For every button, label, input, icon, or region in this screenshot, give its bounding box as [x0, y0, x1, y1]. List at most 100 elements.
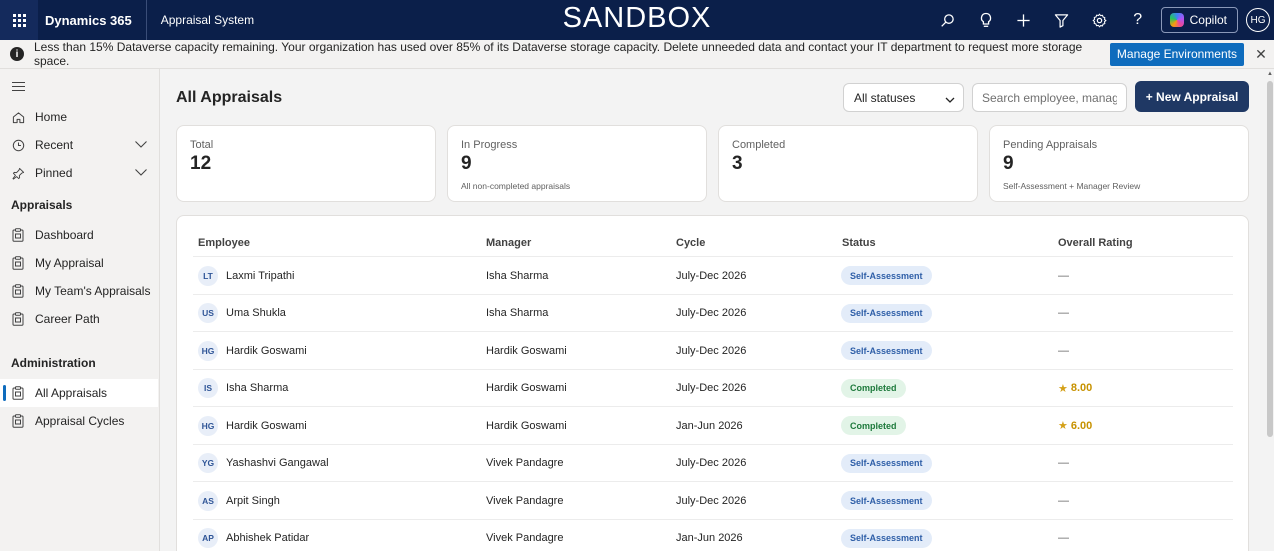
hamburger-menu-icon[interactable]: [12, 82, 25, 94]
employee-cell[interactable]: HG Hardik Goswami: [198, 407, 307, 444]
rating-cell: ★ 8.00: [1058, 370, 1092, 407]
rating-value: 6.00: [1070, 419, 1093, 432]
close-icon[interactable]: ✕: [1252, 46, 1270, 63]
table-row[interactable]: HG Hardik Goswami Hardik Goswami July-Dec 2…: [193, 331, 1233, 368]
employee-cell[interactable]: IS Isha Sharma: [198, 370, 288, 407]
column-header-employee[interactable]: Employee: [198, 237, 250, 249]
sidebar-item-my-teams-appraisals[interactable]: My Team's Appraisals: [0, 277, 158, 305]
plus-icon[interactable]: [1005, 0, 1043, 40]
table-row[interactable]: HG Hardik Goswami Hardik Goswami Jan-Jun 20…: [193, 406, 1233, 443]
scroll-up-icon[interactable]: ▲: [1266, 71, 1274, 79]
employee-cell[interactable]: YG Yashashvi Gangawal: [198, 445, 329, 482]
sidebar-item-recent[interactable]: Recent: [0, 131, 158, 159]
gear-icon[interactable]: [1081, 0, 1119, 40]
appraisals-table: Employee Manager Cycle Status Overall Ra…: [176, 215, 1249, 551]
manager-cell: Hardik Goswami: [486, 344, 567, 357]
status-badge: Self-Assessment: [841, 453, 932, 473]
rating-cell: —: [1058, 295, 1069, 332]
stat-value: 12: [190, 153, 212, 174]
cycle-cell: July-Dec 2026: [676, 344, 747, 357]
employee-avatar: LT: [198, 265, 218, 286]
new-appraisal-button[interactable]: + New Appraisal: [1135, 81, 1249, 112]
lightbulb-icon[interactable]: [967, 0, 1005, 40]
sidebar-item-label: Appraisal Cycles: [35, 414, 125, 428]
manager-cell: Hardik Goswami: [486, 382, 567, 394]
sidebar-section-title: Administration: [11, 356, 96, 370]
table-row[interactable]: AS Arpit Singh Vivek Pandagre July-Dec 2026…: [193, 481, 1233, 518]
sidebar-section-title: Appraisals: [11, 198, 73, 212]
sidebar-item-all-appraisals[interactable]: All Appraisals: [0, 379, 158, 407]
rating-value: —: [1058, 532, 1069, 544]
employee-cell[interactable]: HG Hardik Goswami: [198, 332, 307, 369]
app-name[interactable]: Appraisal System: [147, 13, 254, 27]
column-header-manager[interactable]: Manager: [486, 237, 531, 249]
filter-icon[interactable]: [1043, 0, 1081, 40]
column-header-cycle[interactable]: Cycle: [676, 237, 705, 249]
status-cell: Completed: [841, 407, 906, 444]
sidebar-item-label: Dashboard: [35, 228, 94, 242]
copilot-label: Copilot: [1189, 13, 1227, 27]
scrollbar-thumb[interactable]: [1267, 81, 1273, 437]
chevron-down-icon[interactable]: [134, 138, 148, 152]
status-cell: Self-Assessment: [841, 445, 932, 482]
employee-name: Uma Shukla: [226, 307, 286, 319]
stat-value: 9: [1003, 153, 1014, 174]
copilot-icon: [1169, 13, 1184, 27]
sidebar-item-dashboard[interactable]: Dashboard: [0, 221, 158, 249]
employee-cell[interactable]: US Uma Shukla: [198, 295, 286, 332]
user-avatar[interactable]: HG: [1246, 8, 1270, 32]
status-filter-select[interactable]: All statuses: [843, 83, 964, 112]
clipboard-icon: [11, 256, 25, 270]
rating-cell: —: [1058, 257, 1069, 294]
table-row[interactable]: YG Yashashvi Gangawal Vivek Pandagre July-D…: [193, 443, 1233, 482]
employee-cell[interactable]: AP Abhishek Patidar: [198, 520, 309, 551]
employee-avatar: HG: [198, 340, 218, 361]
employee-name: Isha Sharma: [226, 382, 289, 394]
help-icon[interactable]: ?: [1119, 0, 1157, 40]
copilot-button[interactable]: Copilot: [1160, 7, 1238, 33]
employee-name: Laxmi Tripathi: [226, 269, 295, 282]
table-row[interactable]: LT Laxmi Tripathi Isha Sharma July-Dec 2026…: [193, 256, 1233, 293]
manage-environments-button[interactable]: Manage Environments: [1109, 42, 1244, 66]
column-header-status[interactable]: Status: [842, 237, 876, 249]
chevron-down-icon: [945, 93, 955, 107]
clipboard-icon: [11, 312, 25, 326]
status-filter-value: All statuses: [854, 90, 916, 105]
table-row[interactable]: IS Isha Sharma Hardik Goswami July-Dec 2026…: [193, 368, 1233, 407]
manager-cell: Hardik Goswami: [486, 419, 567, 432]
table-row[interactable]: US Uma Shukla Isha Sharma July-Dec 2026 Self…: [193, 293, 1233, 332]
employee-cell[interactable]: LT Laxmi Tripathi: [198, 257, 294, 294]
brand-name[interactable]: Dynamics 365: [38, 0, 147, 40]
sidebar-item-pinned[interactable]: Pinned: [0, 159, 158, 187]
cycle-cell: Jan-Jun 2026: [676, 419, 743, 432]
sidebar: Home Recent Pinned Appraisals Dashboard …: [0, 69, 160, 551]
rating-value: 8.00: [1070, 382, 1093, 394]
search-input[interactable]: [972, 83, 1127, 112]
employee-avatar: US: [198, 303, 218, 323]
home-icon: [11, 110, 25, 124]
star-icon: ★: [1058, 382, 1068, 395]
sidebar-item-label: Home: [35, 110, 68, 124]
search-icon[interactable]: [929, 0, 967, 40]
sidebar-item-my-appraisal[interactable]: My Appraisal: [0, 249, 158, 277]
employee-avatar: YG: [198, 453, 218, 473]
sidebar-item-label: Pinned: [35, 166, 73, 180]
rating-cell: —: [1058, 445, 1069, 482]
vertical-scrollbar[interactable]: ▲: [1266, 69, 1274, 551]
clipboard-icon: [11, 284, 25, 298]
chevron-down-icon[interactable]: [134, 166, 148, 180]
employee-name: Abhishek Patidar: [226, 532, 310, 544]
star-icon: ★: [1058, 420, 1068, 432]
rating-cell: —: [1058, 482, 1069, 519]
employee-cell[interactable]: AS Arpit Singh: [198, 482, 280, 519]
table-row[interactable]: AP Abhishek Patidar Vivek Pandagre Jan-Jun …: [193, 518, 1233, 551]
waffle-icon[interactable]: [0, 0, 38, 40]
sidebar-item-career-path[interactable]: Career Path: [0, 305, 158, 333]
sidebar-item-appraisal-cycles[interactable]: Appraisal Cycles: [0, 407, 158, 435]
column-header-overall-rating[interactable]: Overall Rating: [1058, 237, 1133, 249]
sidebar-item-home[interactable]: Home: [0, 103, 158, 131]
employee-avatar: AP: [198, 528, 218, 548]
employee-avatar: HG: [198, 415, 218, 436]
rating-value: —: [1058, 344, 1069, 357]
sidebar-item-label: My Appraisal: [35, 256, 104, 270]
